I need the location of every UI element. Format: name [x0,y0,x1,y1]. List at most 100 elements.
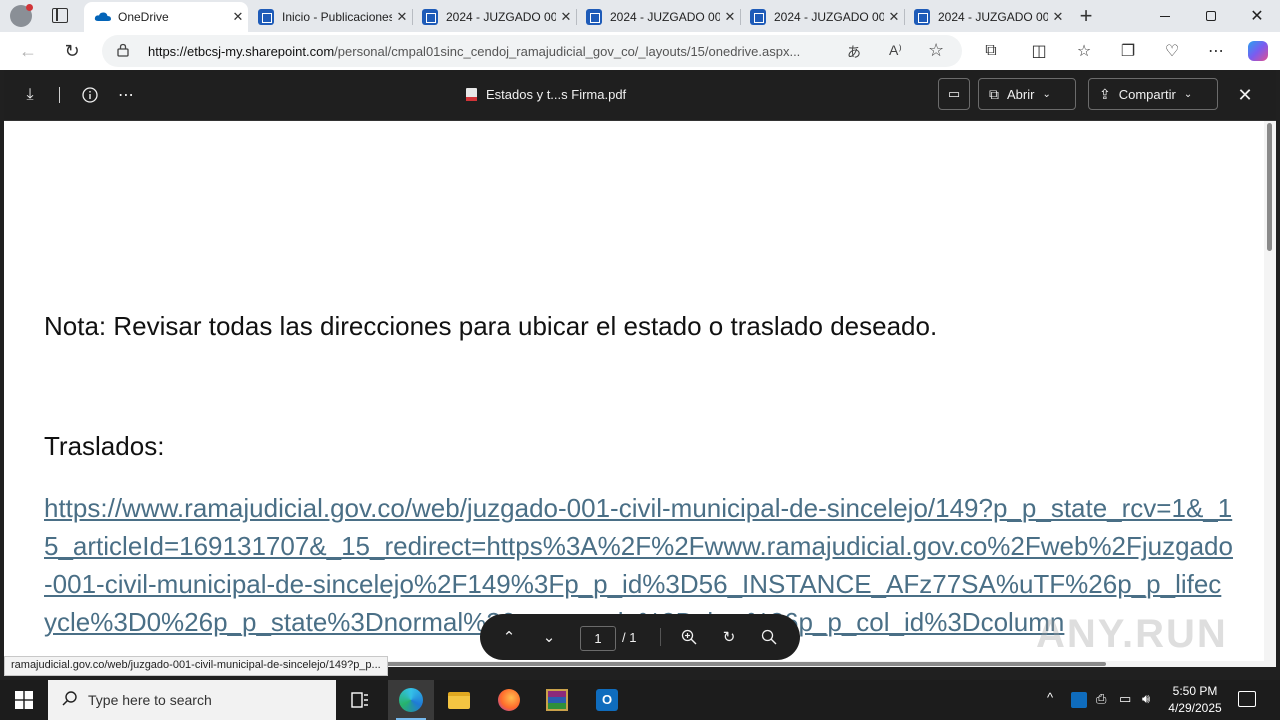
page-total: / 1 [622,630,637,645]
open-label: Abrir [1007,86,1035,102]
pdf-file-icon [466,88,477,101]
network-icon[interactable]: ▭ [1119,691,1131,707]
outlook-tray-icon[interactable] [1071,692,1087,708]
windows-taskbar: Type here to search O ^ ⎙ ▭ 🔊︎ 5:50 PM 4… [0,680,1280,720]
minimize-icon [1160,15,1170,17]
more-options-icon[interactable]: ⋯ [115,84,137,106]
zoom-in-icon[interactable] [678,626,700,648]
comment-icon: ▭ [947,86,961,101]
task-view-button[interactable] [337,680,383,720]
share-icon: ⇪ [1099,85,1111,102]
settings-more-icon[interactable]: ⋯ [1204,39,1228,63]
info-icon[interactable] [79,84,101,106]
address-bar[interactable]: https://etbcsj-my.sharepoint.com/persona… [102,35,962,67]
chevron-down-icon: ⌄ [1183,88,1193,100]
task-view-icon [351,692,368,708]
windows-logo-icon [15,691,33,709]
favorites-icon[interactable]: ☆ [1072,39,1096,63]
show-hidden-icons[interactable]: ^ [1047,690,1053,705]
taskbar-file-explorer[interactable] [436,680,482,720]
tab-juzgado-3[interactable]: 2024 - JUZGADO 001 ✕ [740,2,904,32]
tab-juzgado-4[interactable]: 2024 - JUZGADO 001 ✕ [904,2,1068,32]
previous-page-icon[interactable]: ⌃ [498,626,520,648]
read-aloud-icon[interactable]: A⁾ [889,42,902,59]
translate-icon[interactable]: あ [847,42,861,62]
clock-date: 4/29/2025 [1168,701,1222,715]
notifications-icon[interactable] [1238,691,1256,707]
tab-onedrive[interactable]: OneDrive ✕ [84,2,248,32]
close-tab-icon[interactable]: ✕ [1048,9,1068,25]
tab-strip: OneDrive ✕ Inicio - Publicaciones ✕ 2024… [0,0,1280,32]
site-icon [750,9,766,25]
share-label: Compartir [1118,86,1176,102]
favorite-star-icon[interactable]: ☆ [928,40,944,61]
taskbar-edge[interactable] [388,680,434,720]
close-tab-icon[interactable]: ✕ [228,9,248,25]
open-button[interactable]: ⧉ Abrir ⌄ [978,78,1076,110]
download-icon[interactable]: ⤓ [19,84,41,106]
collections-icon[interactable]: ❐ [1116,39,1140,63]
document-filename: Estados y t...s Firma.pdf [486,87,627,102]
close-tab-icon[interactable]: ✕ [884,9,904,25]
taskbar-outlook[interactable]: O [584,680,630,720]
edge-icon [399,688,423,712]
refresh-button[interactable]: ↻ [60,39,84,63]
new-tab-button[interactable]: + [1074,2,1098,30]
tab-juzgado-1[interactable]: 2024 - JUZGADO 001 ✕ [412,2,576,32]
split-screen-icon[interactable]: ◫ [1027,39,1051,63]
vertical-scrollbar[interactable] [1264,121,1276,667]
profile-avatar[interactable] [10,4,33,27]
watermark-logo: ANY.RUN [1036,612,1228,656]
next-page-icon[interactable]: ⌄ [538,626,560,648]
tab-actions-icon[interactable] [52,8,68,23]
close-tab-icon[interactable]: ✕ [720,9,740,25]
device-icon[interactable]: ⎙ [1096,691,1106,707]
viewer-header: ⤓ ⋯ Estados y t...s Firma.pdf ▭ ⧉ Abrir … [4,70,1276,121]
search-placeholder: Type here to search [88,692,212,708]
restore-button[interactable] [1188,0,1234,32]
volume-icon[interactable]: 🔊︎ [1142,691,1150,707]
folder-icon [448,691,470,709]
close-viewer-icon[interactable]: ✕ [1234,84,1256,106]
pdf-document-page: Nota: Revisar todas las direcciones para… [4,121,1276,667]
onedrive-icon [94,9,111,25]
browser-toolbar: ← ↻ https://etbcsj-my.sharepoint.com/per… [0,32,1280,70]
lock-icon [117,43,129,60]
tab-publicaciones[interactable]: Inicio - Publicaciones ✕ [248,2,412,32]
share-button[interactable]: ⇪ Compartir ⌄ [1088,78,1218,110]
url-domain: https://etbcsj-my.sharepoint.com [148,44,335,59]
close-window-button[interactable]: ✕ [1234,0,1280,32]
extensions-icon[interactable]: ⧉ [979,39,1003,63]
document-note: Nota: Revisar todas las direcciones para… [44,311,938,341]
scrollbar-thumb[interactable] [1267,123,1272,251]
copilot-icon[interactable] [1246,39,1270,63]
close-tab-icon[interactable]: ✕ [392,9,412,25]
site-icon [914,9,930,25]
site-icon [258,9,274,25]
tab-juzgado-2[interactable]: 2024 - JUZGADO 001 ✕ [576,2,740,32]
document-title: Estados y t...s Firma.pdf [466,87,626,102]
url-text[interactable]: https://etbcsj-my.sharepoint.com/persona… [148,44,800,59]
comments-button[interactable]: ▭ [938,78,970,110]
taskbar-clock[interactable]: 5:50 PM 4/29/2025 [1160,683,1230,717]
chevron-down-icon: ⌄ [1042,88,1051,100]
close-tab-icon[interactable]: ✕ [556,9,576,25]
taskbar-search[interactable]: Type here to search [48,680,336,720]
outlook-icon: O [596,689,618,711]
url-path: /personal/cmpal01sinc_cendoj_ramajudicia… [334,44,801,59]
back-button[interactable]: ← [16,39,40,63]
search-icon [62,690,78,711]
page-number-input[interactable]: 1 [580,626,616,651]
start-button[interactable] [0,680,48,720]
browser-essentials-icon[interactable]: ♡ [1160,39,1184,63]
taskbar-firefox[interactable] [486,680,532,720]
search-icon[interactable] [758,626,780,648]
minimize-button[interactable] [1142,0,1188,32]
tab-title: OneDrive [118,10,169,24]
tab-title: 2024 - JUZGADO 001 [446,10,556,24]
open-external-icon: ⧉ [989,85,999,102]
rotate-icon[interactable]: ↻ [718,626,740,648]
tab-title: 2024 - JUZGADO 001 [610,10,720,24]
winrar-icon [546,689,568,711]
taskbar-winrar[interactable] [534,680,580,720]
